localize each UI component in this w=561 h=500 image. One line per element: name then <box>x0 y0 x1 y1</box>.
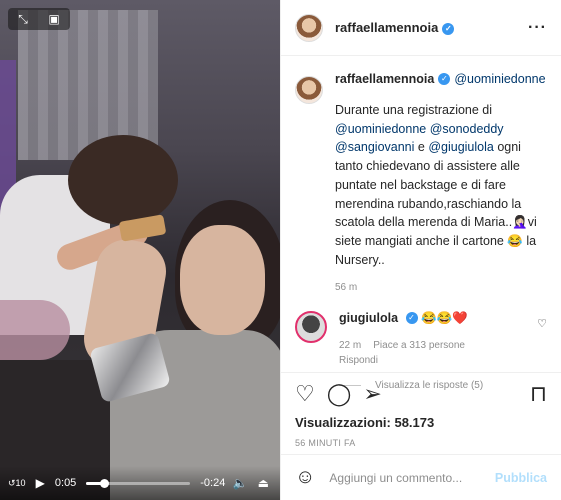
publish-button[interactable]: Pubblica <box>495 471 547 485</box>
caption-text-1: Durante una registrazione di <box>335 102 493 117</box>
comment-meta: 22 m Piace a 313 persone <box>339 340 537 351</box>
rewind-seconds: 10 <box>15 477 26 488</box>
add-comment-bar: ☺ Pubblica <box>281 454 561 500</box>
comment-item: giugiulola ✓ 😂😂❤️ 22 m Piace a 313 perso… <box>295 310 547 366</box>
airplay-icon[interactable]: ⏏ <box>255 476 272 490</box>
verified-icon: ✓ <box>438 73 451 86</box>
comment-icon[interactable]: ◯ <box>327 383 352 405</box>
post-sidebar: raffaellamennoia ✓ ··· raffaellamennoia ✓… <box>280 0 561 500</box>
comment-actions: Rispondi <box>339 355 537 366</box>
caption-text: Durante una registrazione di @uominiedon… <box>335 101 549 270</box>
pink-object <box>0 300 70 360</box>
rewind-10-icon[interactable]: ↺10 <box>8 478 26 489</box>
header-username[interactable]: raffaellamennoia ✓ <box>335 20 455 35</box>
picture-in-picture-icon[interactable]: ▣ <box>48 13 59 25</box>
emoji-icon[interactable]: ☺ <box>295 466 315 489</box>
views-label: Visualizzazioni: <box>295 415 391 430</box>
person-left-hair <box>68 135 178 225</box>
caption-head: raffaellamennoia ✓ @uominiedonne <box>335 70 549 89</box>
verified-icon: ✓ <box>405 312 418 325</box>
comment-avatar[interactable] <box>295 310 327 343</box>
video-controls: ↺10 ▶ 0:05 -0:24 🔈 ⏏ <box>0 466 280 500</box>
share-icon[interactable]: ➢ <box>363 383 381 405</box>
person-right-face <box>180 225 265 335</box>
reply-button[interactable]: Rispondi <box>339 355 378 366</box>
play-icon[interactable]: ▶ <box>32 476 49 490</box>
progress-knob[interactable] <box>99 478 109 488</box>
bookmark-icon[interactable]: ⊓ <box>530 383 547 405</box>
comment-line: giugiulola ✓ 😂😂❤️ <box>339 311 537 326</box>
caption-mention[interactable]: @uominiedonne <box>454 70 545 89</box>
video-player[interactable]: ⤡ ▣ ↺10 ▶ 0:05 -0:24 🔈 ⏏ <box>0 0 280 500</box>
caption-text-2: ogni tanto chiedevano di assistere alle … <box>335 140 537 267</box>
comment-username[interactable]: giugiulola <box>339 311 398 325</box>
progress-bar[interactable] <box>86 478 191 488</box>
comment-like-icon[interactable]: ♡ <box>537 317 547 366</box>
caption-username[interactable]: raffaellamennoia <box>335 70 434 89</box>
comment-time: 22 m <box>339 339 362 351</box>
current-time: 0:05 <box>54 477 77 489</box>
comment-text: 😂😂❤️ <box>417 310 468 325</box>
header-username-text[interactable]: raffaellamennoia <box>335 20 438 35</box>
action-bar: ♡ ◯ ➢ ⊓ <box>295 383 547 405</box>
more-icon[interactable]: ··· <box>528 19 547 37</box>
video-top-controls: ⤡ ▣ <box>8 8 70 30</box>
caption-mentions-1[interactable]: @uominiedonne @sonodeddy <box>335 122 504 136</box>
views-number: 58.173 <box>394 415 435 430</box>
verified-icon: ✓ <box>442 22 455 35</box>
post-header: raffaellamennoia ✓ ··· <box>281 0 561 56</box>
post-timestamp[interactable]: 56 MINUTI FA <box>295 438 547 448</box>
comment-likes[interactable]: Piace a 313 persone <box>373 340 465 351</box>
caption-mention-sangiovanni[interactable]: @sangiovanni <box>335 140 414 154</box>
caption-mention-giugiulola[interactable]: @giugiulola <box>428 140 494 154</box>
caption-and: e <box>414 140 429 155</box>
avatar[interactable] <box>295 13 323 42</box>
views-count[interactable]: Visualizzazioni: 58.173 <box>295 415 547 430</box>
fullscreen-icon[interactable]: ⤡ <box>18 13 28 25</box>
post-actions: ♡ ◯ ➢ ⊓ Visualizzazioni: 58.173 56 MINUT… <box>281 372 561 448</box>
volume-icon[interactable]: 🔈 <box>231 476 248 490</box>
like-icon[interactable]: ♡ <box>295 383 315 405</box>
comment-body: giugiulola ✓ 😂😂❤️ 22 m Piace a 313 perso… <box>339 311 537 366</box>
comments-section: raffaellamennoia ✓ @uominiedonne Durante… <box>281 70 561 391</box>
caption-avatar[interactable] <box>295 76 323 104</box>
caption-body: raffaellamennoia ✓ @uominiedonne Durante… <box>335 70 549 295</box>
caption-timestamp: 56 m <box>335 281 358 293</box>
comment-input[interactable] <box>329 470 495 485</box>
caption: raffaellamennoia ✓ @uominiedonne Durante… <box>295 70 547 295</box>
remaining-time: -0:24 <box>200 477 226 489</box>
